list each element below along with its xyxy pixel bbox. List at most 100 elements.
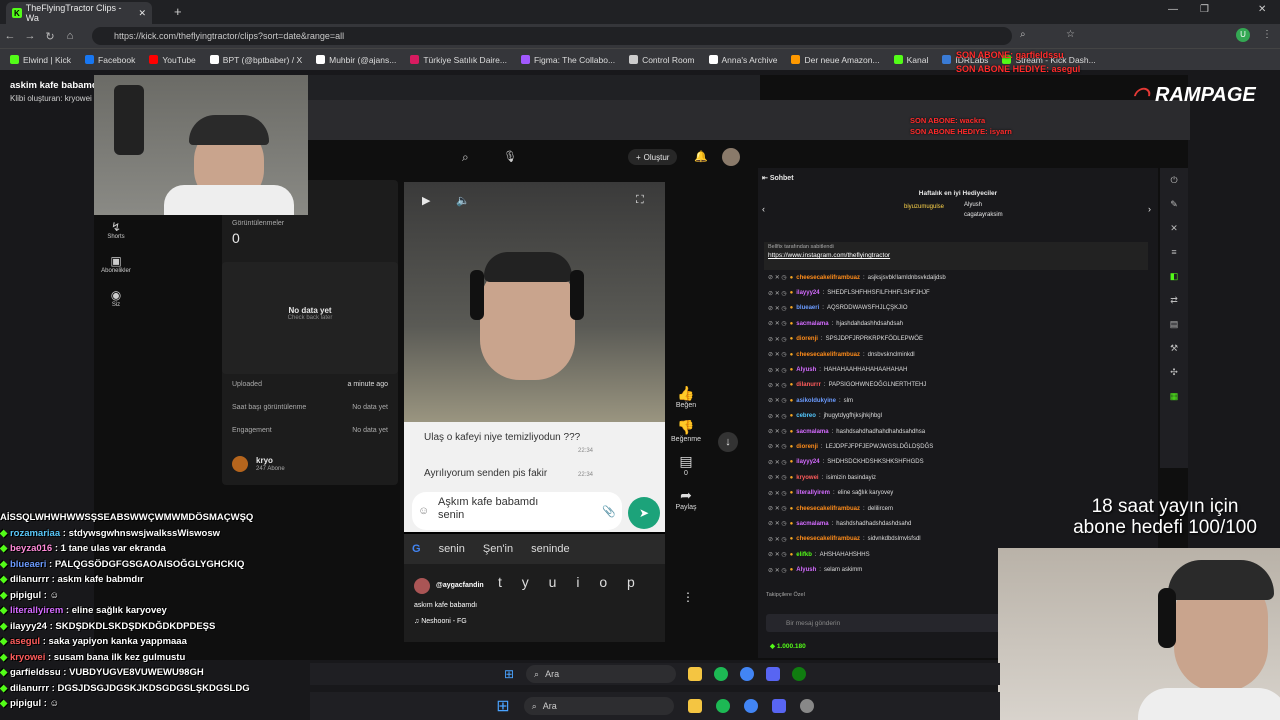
mod-actions-icon[interactable]: ⊘ ✕ ◷ [768,459,787,466]
home-icon[interactable]: ⌂ [60,30,80,42]
bookmark-item[interactable]: Elwind | Kick [10,55,71,65]
yt-nav-item[interactable]: ↯ Shorts [94,220,138,240]
stream-tool-icon[interactable]: ◧ [1160,264,1188,288]
chat-message[interactable]: ⊘ ✕ ◷ ● Alyush: HAHAHAAHHAHAHAAHAHAH [768,362,1148,377]
mod-actions-icon[interactable]: ⊘ ✕ ◷ [768,320,787,327]
chat-username[interactable]: cheesecakeliframbuaz [796,506,860,512]
new-tab-button[interactable]: + [174,4,182,19]
chat-message[interactable]: ⊘ ✕ ◷ ● asikoldukyine: slm [768,393,1148,408]
chat-message[interactable]: ⊘ ✕ ◷ ● ilayyy24: SHDHSDCKHDSHKSHKSHFHGDS [768,455,1148,470]
chat-username[interactable]: cheesecakeliframbuaz [796,352,860,358]
bookmark-item[interactable]: Türkiye Satılık Daire... [410,55,507,65]
mod-actions-icon[interactable]: ⊘ ✕ ◷ [768,490,787,497]
chat-message[interactable]: ⊘ ✕ ◷ ● diorenji: SPSJDPFJRPRKRPKFÖDLEPWÖE [768,332,1148,347]
stream-tool-icon[interactable]: ✕ [1160,216,1188,240]
stream-tool-icon[interactable]: ▦ [1160,384,1188,408]
bookmark-item[interactable]: Figma: The Collabo... [520,55,615,65]
discord-icon[interactable] [771,699,786,713]
chat-message[interactable]: ⊘ ✕ ◷ ● kryowei: isimizin basindayiz [768,470,1148,485]
play-icon[interactable]: ▶ [422,194,430,207]
mod-actions-icon[interactable]: ⊘ ✕ ◷ [768,551,787,558]
mod-actions-icon[interactable]: ⊘ ✕ ◷ [768,290,787,297]
spotify-icon[interactable] [715,699,730,713]
mod-actions-icon[interactable]: ⊘ ✕ ◷ [768,367,787,374]
mod-actions-icon[interactable]: ⊘ ✕ ◷ [768,382,787,389]
search-icon[interactable]: ⌕ [1020,29,1026,40]
mod-actions-icon[interactable]: ⊘ ✕ ◷ [768,413,787,420]
chat-message[interactable]: ⊘ ✕ ◷ ● diorenji: LEJDPFJFPFJEPWJWGSLDĞLDŞD… [768,439,1148,454]
short-action-button[interactable]: ➦ Paylaş [668,487,704,511]
chat-username[interactable]: cheesecakeliframbuaz [796,536,860,542]
leaders-prev-icon[interactable]: ‹ [762,204,765,214]
short-action-button[interactable]: ▤ 0 [668,453,704,477]
bookmark-item[interactable]: Anna's Archive [708,55,777,65]
bookmark-item[interactable]: Control Room [629,55,695,65]
chat-message[interactable]: ⊘ ✕ ◷ ● cebreo: jhugytdygfhjksjhkjhbgl [768,409,1148,424]
close-tab-icon[interactable]: ✕ [138,8,146,19]
next-short-icon[interactable]: ↓ [718,432,738,452]
stream-tool-icon[interactable]: ✎ [1160,192,1188,216]
bookmark-star-icon[interactable]: ☆ [1066,29,1075,40]
chat-username[interactable]: sacmalama [796,521,828,527]
reload-icon[interactable]: ↻ [40,30,60,43]
stream-tool-icon[interactable]: ▤ [1160,312,1188,336]
mic-icon[interactable]: 🎙 [503,150,517,163]
start-icon[interactable]: ⊞ [496,696,509,716]
volume-icon[interactable]: 🔈 [456,194,470,207]
mod-actions-icon[interactable]: ⊘ ✕ ◷ [768,336,787,343]
pinned-message[interactable]: Bellfix tarafından sabitlendi https://ww… [764,242,1148,270]
chat-message[interactable]: ⊘ ✕ ◷ ● blueaeri: AQSRDDWAWSFHJLÇŞKJIO [768,301,1148,316]
chrome-icon[interactable] [743,699,758,713]
channel-name[interactable]: kryo [256,456,273,465]
mod-actions-icon[interactable]: ⊘ ✕ ◷ [768,443,787,450]
chat-username[interactable]: kryowei [796,475,818,481]
mod-actions-icon[interactable]: ⊘ ✕ ◷ [768,428,787,435]
chat-username[interactable]: Alyush [796,367,816,373]
mod-actions-icon[interactable]: ⊘ ✕ ◷ [768,305,787,312]
forward-icon[interactable]: → [20,30,40,42]
stream-tool-icon[interactable]: ⇄ [1160,288,1188,312]
chat-username[interactable]: literallyirem [796,490,830,496]
fullscreen-icon[interactable]: ⛶ [636,194,644,207]
chat-username[interactable]: dilanurrr [796,382,821,388]
chat-username[interactable]: diorenji [796,336,818,342]
leader-3[interactable]: cagatayraksim [964,212,1003,218]
mod-actions-icon[interactable]: ⊘ ✕ ◷ [768,397,787,404]
taskbar-search[interactable]: ⌕ Ara [523,697,674,715]
channel-points[interactable]: ◆ 1.000.180 [770,642,806,650]
yt-nav-item[interactable]: ◉ Siz [94,288,138,308]
yt-search-icon[interactable]: ⌕ [462,150,469,165]
file-explorer-icon[interactable] [687,699,702,713]
chat-message[interactable]: ⊘ ✕ ◷ ● sacmalama: hjashdahdashhdsahdsah [768,316,1148,331]
stream-tool-icon[interactable]: ✣ [1160,360,1188,384]
profile-avatar[interactable]: U [1236,28,1250,42]
chat-message[interactable]: ⊘ ✕ ◷ ● dilanurrr: PAPSIGOHWNEOĞGLNERTHTEHJ [768,378,1148,393]
stream-tool-icon[interactable]: ⚒ [1160,336,1188,360]
chat-username[interactable]: ilayyy24 [796,459,819,465]
maximize-icon[interactable]: ❐ [1200,4,1209,15]
yt-avatar[interactable] [722,148,740,166]
chat-toggle-icon[interactable]: ⇤ [762,175,770,182]
pinned-link[interactable]: https://www.instagram.com/theflyingtract… [764,252,1148,259]
bookmark-item[interactable]: Facebook [85,55,135,65]
create-button[interactable]: + Oluştur [628,149,678,165]
mod-actions-icon[interactable]: ⊘ ✕ ◷ [768,351,787,358]
minimize-icon[interactable]: — [1168,4,1178,15]
channel-avatar[interactable] [232,456,248,472]
bookmark-item[interactable]: YouTube [149,55,196,65]
chat-message[interactable]: ⊘ ✕ ◷ ● cheesecakeliframbuaz: asjksjsvbk!la… [768,270,1148,285]
leaders-next-icon[interactable]: › [1148,204,1151,214]
stream-tool-icon[interactable]: ≡ [1160,240,1188,264]
browser-tab[interactable]: K TheFlyingTractor Clips - Wa ✕ [6,2,152,24]
mod-actions-icon[interactable]: ⊘ ✕ ◷ [768,520,787,527]
menu-icon[interactable]: ⋮ [1262,29,1272,40]
stream-tool-icon[interactable]: ⏻ [1160,168,1188,192]
chat-username[interactable]: cheesecakeliframbuaz [796,275,860,281]
chat-message[interactable]: ⊘ ✕ ◷ ● cheesecakeliframbuaz: dnsbvsknclmin… [768,347,1148,362]
chat-username[interactable]: Alyush [796,567,816,573]
chat-username[interactable]: diorenji [796,444,818,450]
back-icon[interactable]: ← [0,30,20,42]
url-input[interactable]: https://kick.com/theflyingtractor/clips?… [92,27,1012,45]
mod-actions-icon[interactable]: ⊘ ✕ ◷ [768,567,787,574]
settings-gear-icon[interactable] [799,699,814,713]
